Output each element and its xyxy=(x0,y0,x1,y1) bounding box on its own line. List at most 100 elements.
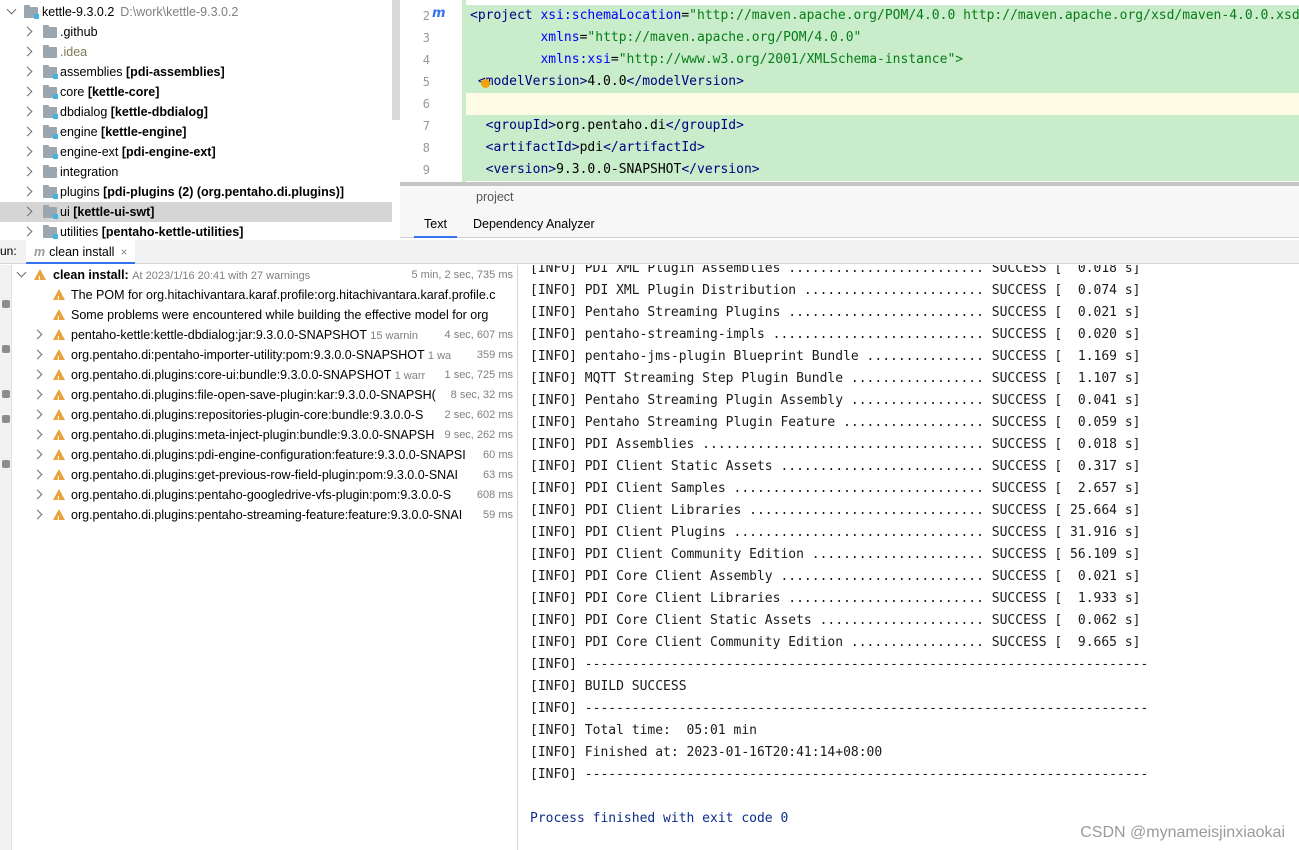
pom-editor[interactable]: m 2 <project xsi:schemaLocation="http://m… xyxy=(400,0,1299,184)
tree-item-assemblies[interactable]: assemblies [pdi-assemblies] xyxy=(0,62,392,82)
build-item[interactable]: org.pentaho.di.plugins:get-previous-row-… xyxy=(13,465,517,490)
build-item[interactable]: pentaho-kettle:kettle-dbdialog:jar:9.3.0… xyxy=(13,325,517,350)
chevron-right-icon[interactable] xyxy=(22,66,33,77)
warning-icon xyxy=(53,429,65,450)
chevron-down-icon[interactable] xyxy=(6,4,17,15)
build-message[interactable]: Some problems were encountered while bui… xyxy=(13,305,517,330)
build-item[interactable]: org.pentaho.di.plugins:file-open-save-pl… xyxy=(13,385,517,410)
build-item[interactable]: org.pentaho.di.plugins:pentaho-googledri… xyxy=(13,485,517,510)
code-token: <artifactId> xyxy=(485,140,580,155)
code-line[interactable]: 2 <project xsi:schemaLocation="http://mav… xyxy=(400,5,1299,27)
chevron-right-icon[interactable] xyxy=(22,26,33,37)
build-item-time: 60 ms xyxy=(480,445,513,465)
build-item-time: 1 sec, 725 ms xyxy=(441,365,513,385)
chevron-right-icon[interactable] xyxy=(32,429,43,440)
code-line[interactable]: 6 xyxy=(400,93,1299,115)
tab-dependency-analyzer[interactable]: Dependency Analyzer xyxy=(463,210,605,238)
console-line: [INFO] PDI Assemblies ..................… xyxy=(530,437,1141,452)
chevron-right-icon[interactable] xyxy=(32,389,43,400)
tree-item-module: [pdi-assemblies] xyxy=(126,65,225,79)
intention-bulb-icon[interactable] xyxy=(481,79,490,88)
tree-item-ui[interactable]: ui [kettle-ui-swt] xyxy=(0,202,392,222)
tree-item-idea[interactable]: .idea xyxy=(0,42,392,62)
tree-root[interactable]: kettle-9.3.0.2 D:\work\kettle-9.3.0.2 xyxy=(0,2,392,22)
tree-scrollbar[interactable] xyxy=(392,0,400,120)
build-root-row[interactable]: clean install: At 2023/1/16 20:41 with 2… xyxy=(13,265,517,290)
chevron-right-icon[interactable] xyxy=(32,349,43,360)
tree-item-plugins[interactable]: plugins [pdi-plugins (2) (org.pentaho.di… xyxy=(0,182,392,202)
chevron-right-icon[interactable] xyxy=(22,146,33,157)
run-tab-clean-install[interactable]: m clean install × xyxy=(26,240,136,264)
chevron-right-icon[interactable] xyxy=(32,449,43,460)
chevron-right-icon[interactable] xyxy=(32,489,43,500)
code-line[interactable]: 9 <version>9.3.0.0-SNAPSHOT</version> xyxy=(400,159,1299,181)
build-item[interactable]: org.pentaho.di.plugins:meta-inject-plugi… xyxy=(13,425,517,450)
console-line: [INFO] MQTT Streaming Step Plugin Bundle… xyxy=(530,371,1141,386)
build-item[interactable]: org.pentaho.di.plugins:core-ui:bundle:9.… xyxy=(13,365,517,390)
warning-icon xyxy=(53,329,65,350)
tree-item-label: .github xyxy=(60,25,98,39)
breadcrumb[interactable]: project xyxy=(476,190,514,204)
tree-item-engine[interactable]: engine [kettle-engine] xyxy=(0,122,392,142)
console-line: [INFO] PDI Core Client Assembly ........… xyxy=(530,569,1141,584)
code-line[interactable]: 7 <groupId>org.pentaho.di</groupId> xyxy=(400,115,1299,137)
tree-item-github[interactable]: .github xyxy=(0,22,392,42)
build-root-label: clean install: xyxy=(53,268,129,282)
chevron-down-icon[interactable] xyxy=(16,267,27,278)
toggle-view-icon[interactable] xyxy=(2,390,10,398)
code-line[interactable]: 3 xmlns="http://maven.apache.org/POM/4.0… xyxy=(400,27,1299,49)
chevron-right-icon[interactable] xyxy=(22,46,33,57)
breadcrumb-bar: project xyxy=(400,186,1299,210)
tree-item-core[interactable]: core [kettle-core] xyxy=(0,82,392,102)
tree-item-engine-ext[interactable]: engine-ext [pdi-engine-ext] xyxy=(0,142,392,162)
code-token: xsi:schemaLocation xyxy=(540,8,682,23)
code-token: "http://maven.apache.org/POM/4.0.0" xyxy=(587,30,862,45)
code-token: <version> xyxy=(485,162,557,177)
build-message[interactable]: The POM for org.hitachivantara.karaf.pro… xyxy=(13,285,517,310)
build-message-text: The POM for org.hitachivantara.karaf.pro… xyxy=(71,288,496,302)
chevron-right-icon[interactable] xyxy=(32,509,43,520)
rerun-icon[interactable] xyxy=(2,300,10,308)
close-icon[interactable]: × xyxy=(120,245,127,259)
chevron-right-icon[interactable] xyxy=(22,126,33,137)
line-number: 4 xyxy=(422,53,430,67)
console-line: [INFO] BUILD SUCCESS xyxy=(530,679,687,694)
stop-icon[interactable] xyxy=(2,345,10,353)
build-item-time: 4 sec, 607 ms xyxy=(441,325,513,345)
code-line[interactable]: 8 <artifactId>pdi</artifactId> xyxy=(400,137,1299,159)
tree-item-utilities[interactable]: utilities [pentaho-kettle-utilities] xyxy=(0,222,392,240)
tab-text[interactable]: Text xyxy=(414,210,457,238)
chevron-right-icon[interactable] xyxy=(22,226,33,237)
chevron-right-icon[interactable] xyxy=(22,186,33,197)
build-item[interactable]: org.pentaho.di.plugins:pdi-engine-config… xyxy=(13,445,517,470)
pin-icon[interactable] xyxy=(2,460,10,468)
chevron-right-icon[interactable] xyxy=(22,206,33,217)
build-item[interactable]: org.pentaho.di.plugins:repositories-plug… xyxy=(13,405,517,430)
console-output[interactable]: [INFO] PDI XML Plugin Assemblies .......… xyxy=(519,265,1299,850)
chevron-right-icon[interactable] xyxy=(22,86,33,97)
chevron-right-icon[interactable] xyxy=(22,166,33,177)
line-number: 6 xyxy=(422,97,430,111)
code-line[interactable]: 4 xmlns:xsi="http://www.w3.org/2001/XMLS… xyxy=(400,49,1299,71)
chevron-right-icon[interactable] xyxy=(22,106,33,117)
console-line: [INFO] PDI Client Plugins ..............… xyxy=(530,525,1141,540)
code-line[interactable]: 5 <modelVersion>4.0.0</modelVersion> xyxy=(400,71,1299,93)
tree-item-integration[interactable]: integration xyxy=(0,162,392,182)
code-token: pdi xyxy=(579,140,604,155)
folder-icon xyxy=(43,25,57,38)
tree-root-name: kettle-9.3.0.2 xyxy=(42,5,115,19)
chevron-right-icon[interactable] xyxy=(32,329,43,340)
chevron-right-icon[interactable] xyxy=(32,409,43,420)
code-token: </groupId> xyxy=(665,118,744,133)
build-item[interactable]: org.pentaho.di:pentaho-importer-utility:… xyxy=(13,345,517,370)
build-item[interactable]: org.pentaho.di.plugins:pentaho-streaming… xyxy=(13,505,517,530)
tree-item-dbdialog[interactable]: dbdialog [kettle-dbdialog] xyxy=(0,102,392,122)
tree-item-label: engine-ext xyxy=(60,145,119,159)
filter-icon[interactable] xyxy=(2,415,10,423)
build-item-label: pentaho-kettle:kettle-dbdialog:jar:9.3.0… xyxy=(71,328,367,342)
chevron-right-icon[interactable] xyxy=(32,369,43,380)
chevron-right-icon[interactable] xyxy=(32,469,43,480)
warning-icon xyxy=(53,489,65,510)
tree-item-label: assemblies xyxy=(60,65,123,79)
tree-item-module: [pdi-plugins (2) (org.pentaho.di.plugins… xyxy=(103,185,345,199)
